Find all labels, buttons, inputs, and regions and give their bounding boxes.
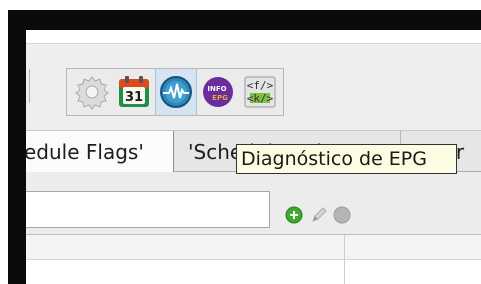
calendar-icon: 31 xyxy=(119,76,149,107)
tab-schedule-flags[interactable]: edule Flags' xyxy=(26,131,174,172)
epg-info-line1: INFO xyxy=(207,85,226,93)
title-bar xyxy=(26,30,481,44)
tags-icon: <f/> <k/> xyxy=(244,76,276,108)
gear-icon xyxy=(75,76,109,110)
toolbar: 31 INFO EPG <f/> <k/> xyxy=(26,44,481,131)
toolbar-separator xyxy=(29,69,30,103)
settings-button[interactable] xyxy=(71,69,113,115)
table-header xyxy=(26,235,481,260)
window-frame: 31 INFO EPG <f/> <k/> edule Flags' Diagn… xyxy=(8,10,481,284)
epg-info-button[interactable]: INFO EPG xyxy=(197,69,239,115)
application-window: 31 INFO EPG <f/> <k/> edule Flags' Diagn… xyxy=(26,30,481,284)
column-divider[interactable] xyxy=(344,235,345,284)
epg-info-line2: EPG xyxy=(212,94,228,102)
filter-bar xyxy=(26,172,481,234)
add-icon[interactable] xyxy=(284,205,304,225)
pencil-icon[interactable] xyxy=(309,205,329,225)
toolbar-icon-group: 31 INFO EPG <f/> <k/> xyxy=(66,68,284,116)
waveform-icon xyxy=(160,76,192,108)
calendar-day-label: 31 xyxy=(125,90,143,105)
filter-input[interactable] xyxy=(26,191,270,228)
diagnostics-button[interactable] xyxy=(155,69,197,115)
markup-line2: <k/> xyxy=(247,92,274,105)
remove-icon[interactable] xyxy=(332,205,352,225)
schedule-button[interactable]: 31 xyxy=(113,69,155,115)
info-epg-icon: INFO EPG xyxy=(203,77,233,107)
data-table xyxy=(26,234,481,284)
markup-button[interactable]: <f/> <k/> xyxy=(239,69,281,115)
markup-line1: <f/> xyxy=(247,79,274,92)
tooltip: Diagnóstico de EPG xyxy=(236,144,457,174)
